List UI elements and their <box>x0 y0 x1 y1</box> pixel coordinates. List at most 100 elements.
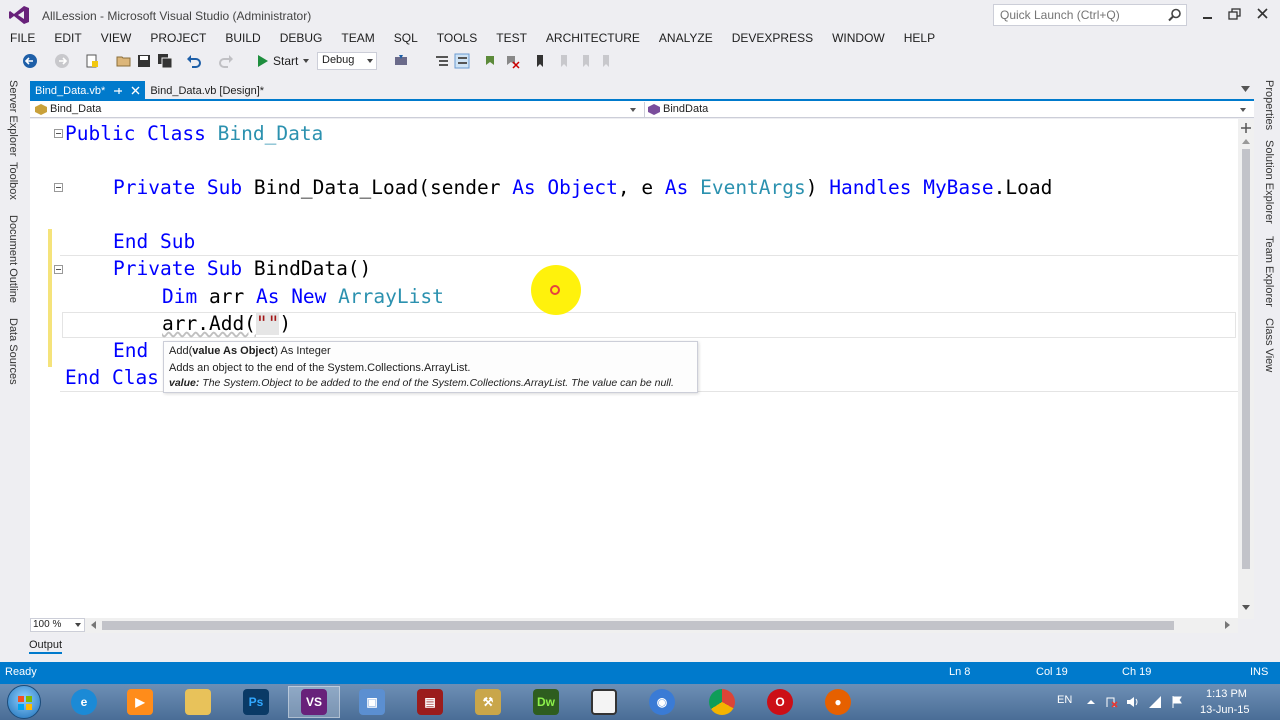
save-all-icon[interactable] <box>157 53 173 69</box>
save-icon[interactable] <box>136 53 152 69</box>
menu-team[interactable]: TEAM <box>341 30 374 48</box>
show-hidden-icons-icon[interactable] <box>1084 695 1098 709</box>
server-explorer-tab[interactable]: Server Explorer <box>7 80 19 156</box>
virtualbox-icon[interactable]: ▣ <box>346 686 398 718</box>
horizontal-scroll-thumb[interactable] <box>102 621 1174 630</box>
bookmark-next-folder-icon[interactable] <box>598 53 614 69</box>
scroll-up-icon[interactable] <box>1242 139 1250 144</box>
current-parameter: value As Object <box>192 345 275 357</box>
attach-process-icon[interactable] <box>393 53 409 69</box>
team-explorer-tab[interactable]: Team Explorer <box>1263 236 1275 307</box>
menu-test[interactable]: TEST <box>496 30 527 48</box>
vertical-scrollbar[interactable] <box>1238 119 1254 619</box>
class-dropdown[interactable]: Bind_Data <box>32 102 642 117</box>
class-view-tab[interactable]: Class View <box>1263 318 1275 372</box>
minimize-icon[interactable] <box>1197 4 1219 24</box>
menu-edit[interactable]: EDIT <box>54 30 81 48</box>
clock-time[interactable]: 1:13 PM <box>1206 688 1247 700</box>
scroll-down-icon[interactable] <box>1242 605 1250 610</box>
split-editor-icon[interactable] <box>1241 123 1251 133</box>
menu-debug[interactable]: DEBUG <box>280 30 323 48</box>
collapse-region-icon[interactable] <box>54 265 63 274</box>
bookmark-icon[interactable] <box>532 53 548 69</box>
menu-analyze[interactable]: ANALYZE <box>659 30 713 48</box>
type-name: ArrayList <box>338 285 444 308</box>
solution-configuration-select[interactable]: Debug <box>317 52 377 70</box>
search-icon[interactable] <box>1168 8 1182 22</box>
undo-icon[interactable] <box>186 53 202 69</box>
back-icon[interactable] <box>22 53 38 69</box>
method-description: Adds an object to the end of the System.… <box>169 362 471 374</box>
bookmark-prev-folder-icon[interactable] <box>578 53 594 69</box>
menu-project[interactable]: PROJECT <box>150 30 206 48</box>
ie-icon[interactable]: e <box>58 686 110 718</box>
start-debugging-button[interactable]: Start <box>258 52 310 70</box>
tab-bind-data-design[interactable]: Bind_Data.vb [Design]* <box>145 81 269 100</box>
vertical-scroll-thumb[interactable] <box>1242 149 1250 569</box>
outline-icon[interactable] <box>454 53 470 69</box>
menu-tools[interactable]: TOOLS <box>437 30 477 48</box>
keyword: As New <box>255 285 327 308</box>
keyword: As <box>512 176 536 199</box>
solution-explorer-tab[interactable]: Solution Explorer <box>1263 140 1275 224</box>
menu-devexpress[interactable]: DEVEXPRESS <box>732 30 813 48</box>
visual-studio-icon[interactable]: VS <box>288 686 340 718</box>
properties-tab[interactable]: Properties <box>1263 80 1275 130</box>
menu-window[interactable]: WINDOW <box>832 30 885 48</box>
new-project-icon[interactable] <box>84 53 100 69</box>
zoom-select[interactable]: 100 % <box>30 618 85 632</box>
photoshop-icon[interactable]: Ps <box>230 686 282 718</box>
bookmark-prev-icon[interactable] <box>483 53 499 69</box>
tab-bind-data-vb[interactable]: Bind_Data.vb* <box>30 81 146 100</box>
scroll-right-icon[interactable] <box>1225 621 1230 629</box>
opera-icon[interactable]: O <box>754 686 806 718</box>
pin-icon[interactable] <box>113 86 123 96</box>
restore-icon[interactable] <box>1224 4 1246 24</box>
start-button[interactable] <box>7 685 41 719</box>
collapse-region-icon[interactable] <box>54 183 63 192</box>
redo-icon[interactable] <box>218 53 234 69</box>
horizontal-scroll-row: 100 % <box>30 618 1238 633</box>
bookmark-next-icon[interactable] <box>556 53 572 69</box>
tab-output[interactable]: Output <box>29 638 63 654</box>
open-file-icon[interactable] <box>116 53 132 69</box>
tools-app-icon[interactable]: ⚒ <box>462 686 514 718</box>
member-dropdown[interactable]: BindData <box>644 102 1252 117</box>
toolbox-tab[interactable]: Toolbox <box>7 162 19 200</box>
file-explorer-icon[interactable] <box>172 686 224 718</box>
network-icon[interactable] <box>1148 695 1162 709</box>
language-indicator[interactable]: EN <box>1057 694 1072 706</box>
quick-launch-input[interactable] <box>994 5 1154 25</box>
identifier: BindData() <box>253 257 372 280</box>
volume-icon[interactable] <box>1126 695 1140 709</box>
firefox-icon[interactable]: ● <box>812 686 864 718</box>
document-outline-tab[interactable]: Document Outline <box>7 215 19 303</box>
format-icon[interactable] <box>434 53 450 69</box>
book-app-icon[interactable]: ▤ <box>404 686 456 718</box>
window-app-icon[interactable] <box>578 686 630 718</box>
menu-file[interactable]: FILE <box>10 30 35 48</box>
flag-icon[interactable] <box>1170 695 1184 709</box>
close-icon[interactable] <box>1252 4 1274 24</box>
quick-launch-box[interactable] <box>993 4 1187 26</box>
media-player-icon[interactable]: ▶ <box>114 686 166 718</box>
collapse-region-icon[interactable] <box>54 129 63 138</box>
menu-architecture[interactable]: ARCHITECTURE <box>546 30 640 48</box>
dreamweaver-icon[interactable]: Dw <box>520 686 572 718</box>
bookmark-clear-icon[interactable] <box>504 53 520 69</box>
network-app-icon[interactable]: ◉ <box>636 686 688 718</box>
clock-date[interactable]: 13-Jun-15 <box>1200 704 1250 716</box>
action-center-icon[interactable] <box>1104 695 1118 709</box>
data-sources-tab[interactable]: Data Sources <box>7 318 19 385</box>
menu-sql[interactable]: SQL <box>394 30 418 48</box>
tab-overflow-chevron-icon[interactable] <box>1241 86 1250 92</box>
left-tool-window-rail: Server Explorer Toolbox Document Outline… <box>0 78 26 408</box>
keyword: Private Sub <box>113 176 243 199</box>
menu-view[interactable]: VIEW <box>101 30 132 48</box>
chrome-icon[interactable] <box>696 686 748 718</box>
forward-icon[interactable] <box>54 53 70 69</box>
menu-build[interactable]: BUILD <box>225 30 260 48</box>
menu-help[interactable]: HELP <box>904 30 935 48</box>
horizontal-scrollbar[interactable] <box>94 621 1222 630</box>
close-icon[interactable] <box>131 86 140 95</box>
